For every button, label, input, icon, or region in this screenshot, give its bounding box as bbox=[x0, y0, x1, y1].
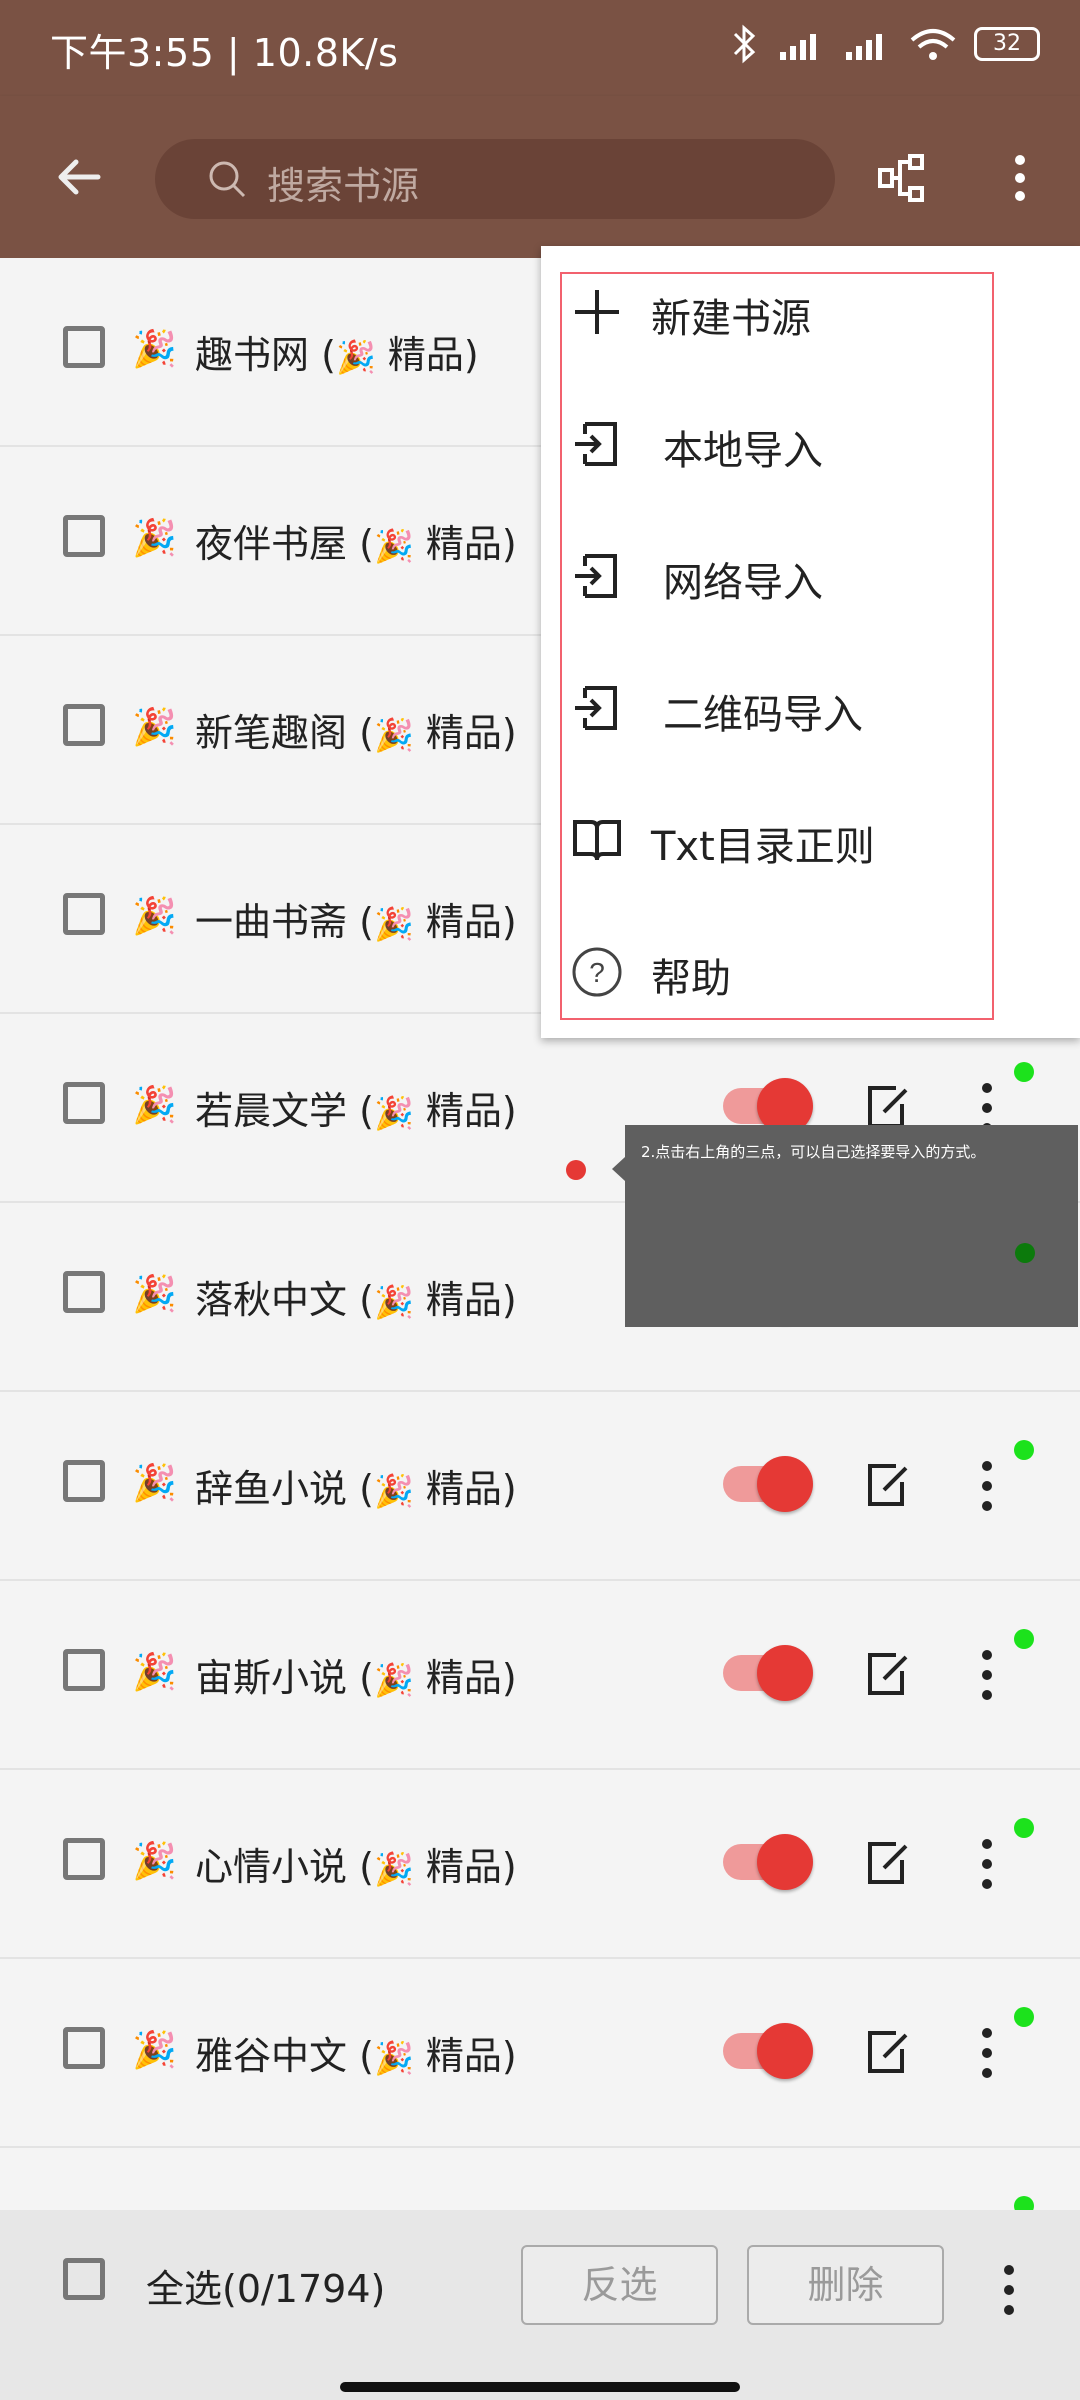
edit-icon[interactable] bbox=[862, 1838, 912, 1888]
source-name: 若晨文学 (🎉 精品) bbox=[195, 1089, 517, 1133]
more-icon[interactable] bbox=[975, 1458, 999, 1514]
status-dot bbox=[1015, 1243, 1035, 1263]
delete-button[interactable]: 删除 bbox=[747, 2245, 944, 2325]
overflow-menu-icon[interactable] bbox=[1000, 152, 1040, 204]
source-name: 宙斯小说 (🎉 精品) bbox=[195, 1656, 517, 1700]
party-emoji-icon: 🎉 bbox=[132, 329, 177, 370]
status-dot bbox=[1014, 2007, 1034, 2027]
status-dot bbox=[1014, 1062, 1034, 1082]
bottom-more-icon[interactable] bbox=[997, 2262, 1021, 2318]
select-all-label[interactable]: 全选(0/1794) bbox=[146, 2258, 385, 2313]
signal-icon bbox=[780, 34, 816, 60]
checkbox[interactable] bbox=[63, 515, 105, 557]
source-name: 一曲书斋 (🎉 精品) bbox=[195, 900, 517, 944]
list-item[interactable]: 🎉 宙斯小说 (🎉 精品) bbox=[0, 1581, 1080, 1770]
source-name: 落秋中文 (🎉 精品) bbox=[195, 1278, 517, 1322]
source-name: 雅谷中文 (🎉 精品) bbox=[195, 2034, 517, 2078]
checkbox[interactable] bbox=[63, 893, 105, 935]
party-emoji-icon: 🎉 bbox=[132, 1841, 177, 1882]
app-bar: 搜索书源 bbox=[0, 96, 1080, 258]
party-emoji-icon: 🎉 bbox=[132, 2030, 177, 2071]
party-emoji-icon: 🎉 bbox=[132, 1085, 177, 1126]
party-emoji-icon: 🎉 bbox=[132, 1274, 177, 1315]
status-time-speed: 下午3:55 | 10.8K/s bbox=[50, 31, 399, 75]
search-bar[interactable]: 搜索书源 bbox=[155, 139, 835, 219]
source-name: 趣书网 (🎉 精品) bbox=[195, 333, 479, 377]
checkbox[interactable] bbox=[63, 1838, 105, 1880]
checkbox[interactable] bbox=[63, 2027, 105, 2069]
group-icon[interactable] bbox=[876, 152, 928, 204]
checkbox[interactable] bbox=[63, 1271, 105, 1313]
source-name: 辞鱼小说 (🎉 精品) bbox=[195, 1467, 517, 1511]
tutorial-tooltip: 2.点击右上角的三点，可以自己选择要导入的方式。 bbox=[625, 1125, 1078, 1327]
menu-highlight-outline bbox=[560, 272, 994, 1020]
tutorial-marker-dot bbox=[566, 1160, 586, 1180]
party-emoji-icon: 🎉 bbox=[132, 896, 177, 937]
checkbox[interactable] bbox=[63, 1082, 105, 1124]
more-icon[interactable] bbox=[975, 2025, 999, 2081]
list-item[interactable]: 🎉 心情小说 (🎉 精品) bbox=[0, 1770, 1080, 1959]
back-arrow-icon[interactable] bbox=[52, 150, 106, 204]
list-item[interactable]: 🎉 辞鱼小说 (🎉 精品) bbox=[0, 1392, 1080, 1581]
party-emoji-icon: 🎉 bbox=[132, 1652, 177, 1693]
tooltip-arrow bbox=[612, 1157, 625, 1181]
bottom-action-bar: 全选(0/1794) 反选 删除 bbox=[0, 2210, 1080, 2400]
enable-toggle[interactable] bbox=[723, 1645, 813, 1701]
edit-icon[interactable] bbox=[862, 1649, 912, 1699]
bluetooth-icon bbox=[733, 24, 756, 64]
source-name: 心情小说 (🎉 精品) bbox=[195, 1845, 517, 1889]
tooltip-text: 2.点击右上角的三点，可以自己选择要导入的方式。 bbox=[641, 1143, 986, 1161]
status-dot bbox=[1014, 1629, 1034, 1649]
home-indicator[interactable] bbox=[340, 2382, 740, 2392]
status-dot bbox=[1014, 1818, 1034, 1838]
checkbox[interactable] bbox=[63, 1460, 105, 1502]
signal-icon-2 bbox=[846, 34, 882, 60]
status-icons: 32 bbox=[730, 24, 1040, 64]
search-icon bbox=[209, 161, 246, 198]
checkbox[interactable] bbox=[63, 326, 105, 368]
edit-icon[interactable] bbox=[862, 2027, 912, 2077]
source-name: 新笔趣阁 (🎉 精品) bbox=[195, 711, 517, 755]
status-dot bbox=[1014, 1440, 1034, 1460]
more-icon[interactable] bbox=[975, 1836, 999, 1892]
edit-icon[interactable] bbox=[862, 1460, 912, 1510]
enable-toggle[interactable] bbox=[723, 1078, 813, 1134]
status-bar: 下午3:55 | 10.8K/s 32 bbox=[0, 0, 1080, 96]
enable-toggle[interactable] bbox=[723, 2023, 813, 2079]
source-name: 夜伴书屋 (🎉 精品) bbox=[195, 522, 517, 566]
party-emoji-icon: 🎉 bbox=[132, 707, 177, 748]
wifi-icon bbox=[910, 29, 956, 60]
enable-toggle[interactable] bbox=[723, 1456, 813, 1512]
checkbox[interactable] bbox=[63, 704, 105, 746]
invert-selection-button[interactable]: 反选 bbox=[521, 2245, 718, 2325]
enable-toggle[interactable] bbox=[723, 1834, 813, 1890]
battery-level: 32 bbox=[993, 31, 1021, 56]
select-all-checkbox[interactable] bbox=[63, 2258, 105, 2300]
search-placeholder: 搜索书源 bbox=[267, 164, 420, 208]
checkbox[interactable] bbox=[63, 1649, 105, 1691]
party-emoji-icon: 🎉 bbox=[132, 518, 177, 559]
battery-icon: 32 bbox=[974, 27, 1040, 61]
party-emoji-icon: 🎉 bbox=[132, 1463, 177, 1504]
list-item[interactable]: 🎉 雅谷中文 (🎉 精品) bbox=[0, 1959, 1080, 2148]
more-icon[interactable] bbox=[975, 1647, 999, 1703]
